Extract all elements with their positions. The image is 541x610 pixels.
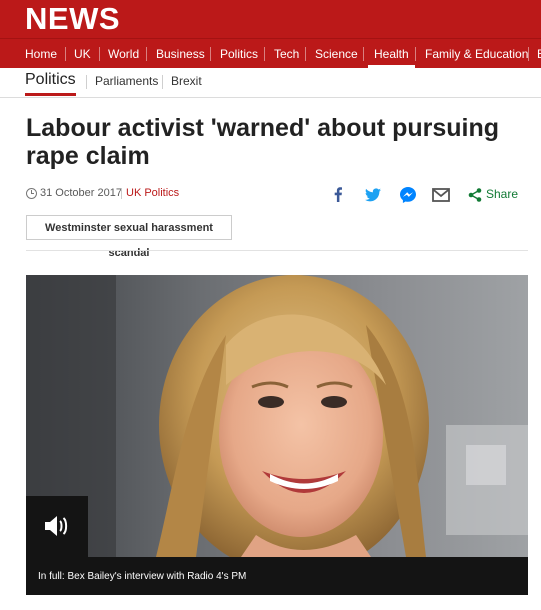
section-title[interactable]: Politics bbox=[25, 71, 76, 96]
nav-item-family-education[interactable]: Family & Education bbox=[425, 39, 528, 68]
nav-item-business[interactable]: Business bbox=[156, 39, 205, 68]
clock-icon bbox=[26, 188, 37, 199]
share-icon[interactable] bbox=[468, 188, 482, 207]
messenger-icon[interactable] bbox=[400, 187, 416, 208]
twitter-icon[interactable] bbox=[365, 188, 381, 207]
masthead: NEWS bbox=[0, 0, 541, 38]
nav-divider bbox=[305, 47, 306, 61]
nav-divider bbox=[65, 47, 66, 61]
share-button[interactable]: Share bbox=[486, 187, 518, 201]
meta-divider bbox=[121, 188, 122, 199]
nav-divider bbox=[264, 47, 265, 61]
section-divider bbox=[86, 75, 87, 89]
nav-item-science[interactable]: Science bbox=[315, 39, 358, 68]
nav-item-world[interactable]: World bbox=[108, 39, 139, 68]
play-audio-button[interactable] bbox=[26, 496, 88, 557]
content-divider bbox=[26, 250, 528, 251]
nav-item-politics[interactable]: Politics bbox=[220, 39, 258, 68]
article-topic-link[interactable]: UK Politics bbox=[126, 187, 179, 199]
nav-item-tech[interactable]: Tech bbox=[274, 39, 299, 68]
nav-divider bbox=[363, 47, 364, 61]
nav-item-overflow[interactable]: E bbox=[537, 39, 541, 68]
speaker-icon bbox=[43, 515, 71, 542]
story-tag[interactable]: Westminster sexual harassment scandal bbox=[26, 215, 232, 259]
nav-divider bbox=[99, 47, 100, 61]
email-icon[interactable] bbox=[432, 188, 450, 207]
section-link-parliaments[interactable]: Parliaments bbox=[95, 74, 158, 88]
article-date: 31 October 2017 bbox=[40, 187, 122, 199]
nav-item-uk[interactable]: UK bbox=[74, 39, 91, 68]
nav-divider bbox=[528, 47, 529, 61]
section-bar: Politics Parliaments Brexit bbox=[0, 67, 541, 98]
nav-divider bbox=[210, 47, 211, 61]
section-link-brexit[interactable]: Brexit bbox=[171, 74, 202, 88]
nav-item-health[interactable]: Health bbox=[368, 39, 415, 68]
video-player[interactable] bbox=[26, 275, 528, 557]
news-logo[interactable]: NEWS bbox=[25, 1, 120, 37]
media-caption-bar: In full: Bex Bailey's interview with Rad… bbox=[26, 557, 528, 595]
video-still-image bbox=[26, 275, 528, 557]
media-caption: In full: Bex Bailey's interview with Rad… bbox=[38, 571, 247, 582]
facebook-icon[interactable] bbox=[333, 187, 343, 207]
article-headline: Labour activist 'warned' about pursuing … bbox=[26, 114, 500, 170]
nav-item-home[interactable]: Home bbox=[25, 39, 57, 68]
primary-nav: Home UK World Business Politics Tech Sci… bbox=[0, 38, 541, 68]
nav-divider bbox=[146, 47, 147, 61]
nav-divider bbox=[415, 47, 416, 61]
section-divider bbox=[162, 75, 163, 89]
